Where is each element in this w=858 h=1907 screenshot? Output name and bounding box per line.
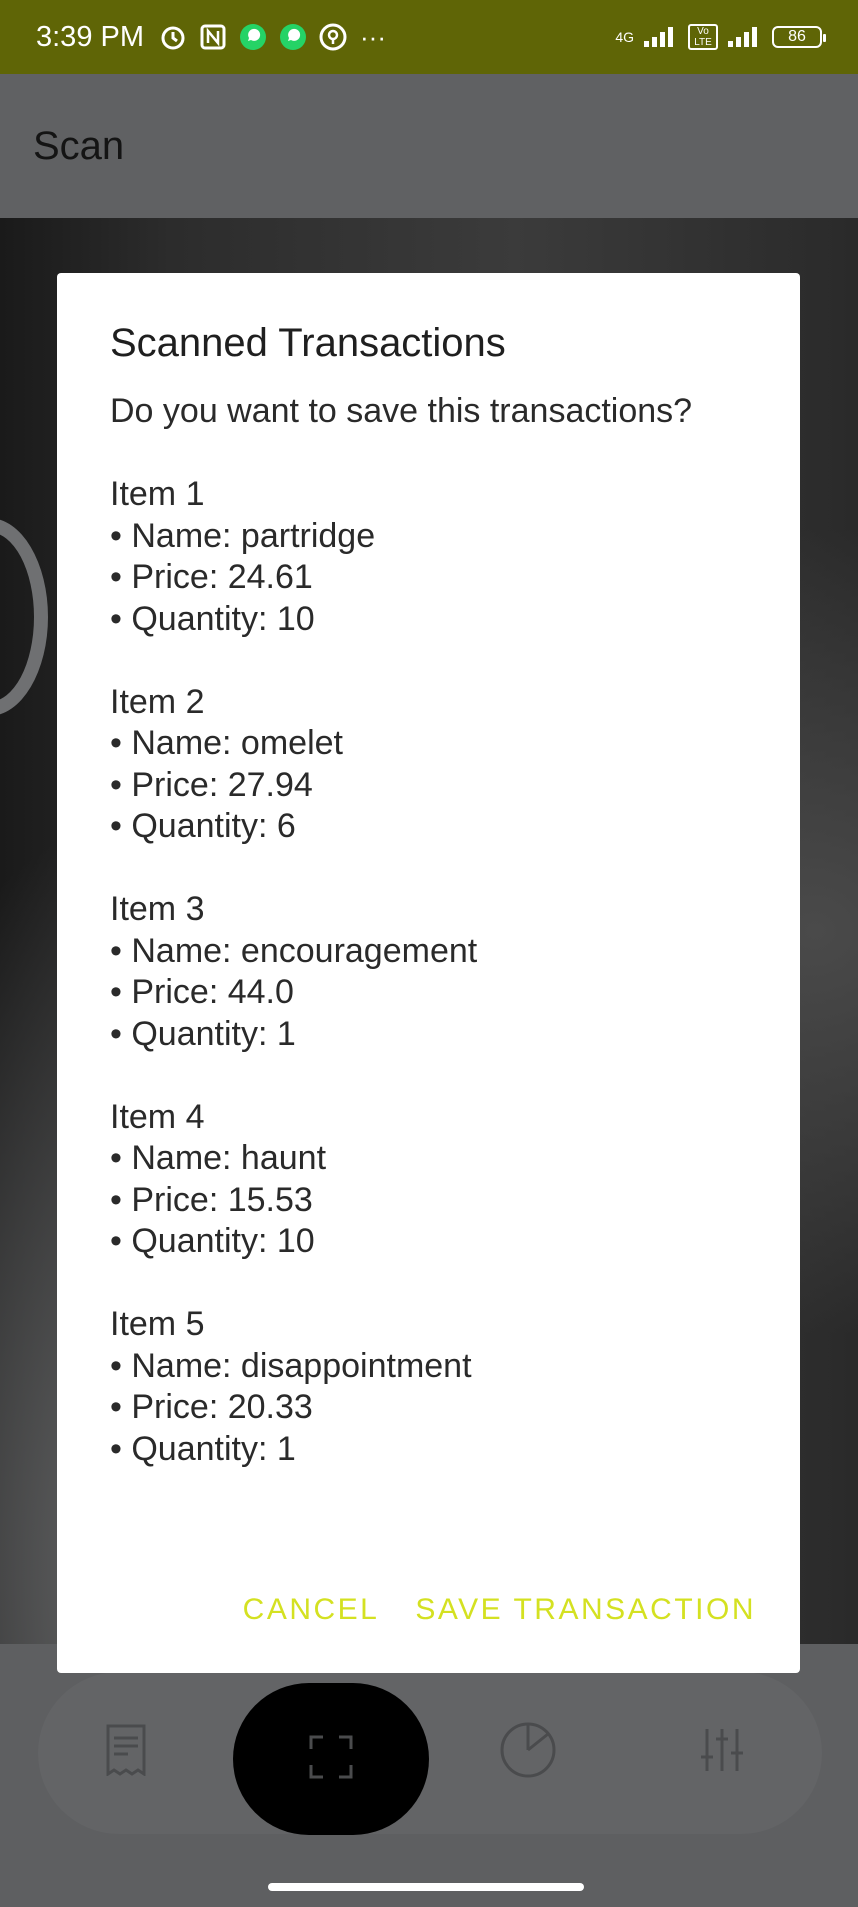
nav-receipts[interactable] <box>94 1720 158 1784</box>
item-name: • Name: omelet <box>110 724 343 762</box>
item-quantity: • Quantity: 6 <box>110 807 296 845</box>
item-quantity: • Quantity: 1 <box>110 1429 296 1468</box>
scan-fab-button[interactable] <box>233 1683 429 1835</box>
location-icon <box>316 20 350 54</box>
home-indicator[interactable] <box>268 1883 584 1891</box>
transaction-item: Item 2 • Name: omelet • Price: 27.94 • Q… <box>110 682 760 848</box>
whatsapp-icon <box>236 20 270 54</box>
item-price: • Price: 20.33 <box>110 1388 313 1426</box>
dialog-actions: CANCEL SAVE TRANSACTION <box>243 1593 756 1627</box>
item-price: • Price: 15.53 <box>110 1180 313 1219</box>
camera-preview-object <box>0 518 48 716</box>
scanned-transactions-dialog: Scanned Transactions Do you want to save… <box>57 273 800 1673</box>
nfc-icon <box>196 20 230 54</box>
signal-icon <box>644 25 678 50</box>
item-price: • Price: 27.94 <box>110 765 313 804</box>
network-type-label: 4G <box>615 29 634 45</box>
more-notifications-icon: ··· <box>360 21 386 52</box>
sliders-icon <box>697 1725 747 1780</box>
item-name: • Name: encouragement <box>110 931 478 970</box>
alarm-icon <box>156 20 190 54</box>
transaction-item: Item 3 • Name: encouragement • Price: 44… <box>110 889 760 1055</box>
item-header: Item 3 <box>110 890 205 928</box>
battery-icon: 86 <box>772 26 826 48</box>
item-quantity: • Quantity: 10 <box>110 599 315 638</box>
item-name: • Name: haunt <box>110 1139 327 1177</box>
transaction-item: Item 1 • Name: partridge • Price: 24.61 … <box>110 474 760 640</box>
volte-icon: Vo LTE <box>688 24 718 50</box>
item-name: • Name: partridge <box>110 516 376 555</box>
item-name: • Name: disappointment <box>110 1346 472 1385</box>
item-header: Item 5 <box>110 1305 205 1343</box>
app-bar: Scan <box>0 74 858 218</box>
item-header: Item 4 <box>110 1097 205 1136</box>
nav-settings[interactable] <box>690 1720 754 1784</box>
item-header: Item 1 <box>110 475 205 513</box>
signal-2-icon <box>728 25 762 50</box>
dialog-title: Scanned Transactions <box>110 321 506 365</box>
transaction-item: Item 5 • Name: disappointment • Price: 2… <box>110 1304 760 1470</box>
status-bar: 3:39 PM ··· 4G Vo LTE 86 <box>0 0 858 74</box>
item-header: Item 2 <box>110 682 205 721</box>
save-transaction-button[interactable]: SAVE TRANSACTION <box>415 1593 756 1627</box>
status-time: 3:39 PM <box>36 20 144 53</box>
battery-level: 86 <box>788 28 806 45</box>
dialog-question: Do you want to save this transactions? <box>110 392 693 430</box>
item-quantity: • Quantity: 10 <box>110 1222 315 1260</box>
nav-reports[interactable] <box>496 1720 560 1784</box>
item-quantity: • Quantity: 1 <box>110 1014 296 1053</box>
receipt-icon <box>104 1724 148 1781</box>
item-price: • Price: 44.0 <box>110 973 294 1011</box>
scan-icon <box>307 1733 355 1786</box>
cancel-button[interactable]: CANCEL <box>243 1593 380 1627</box>
transaction-item: Item 4 • Name: haunt • Price: 15.53 • Qu… <box>110 1097 760 1263</box>
page-title: Scan <box>33 123 125 168</box>
dialog-message: Do you want to save this transactions? I… <box>110 391 760 1512</box>
pie-chart-icon <box>498 1720 558 1785</box>
bottom-navigation <box>38 1672 822 1834</box>
item-price: • Price: 24.61 <box>110 558 313 596</box>
whatsapp-business-icon <box>276 20 310 54</box>
